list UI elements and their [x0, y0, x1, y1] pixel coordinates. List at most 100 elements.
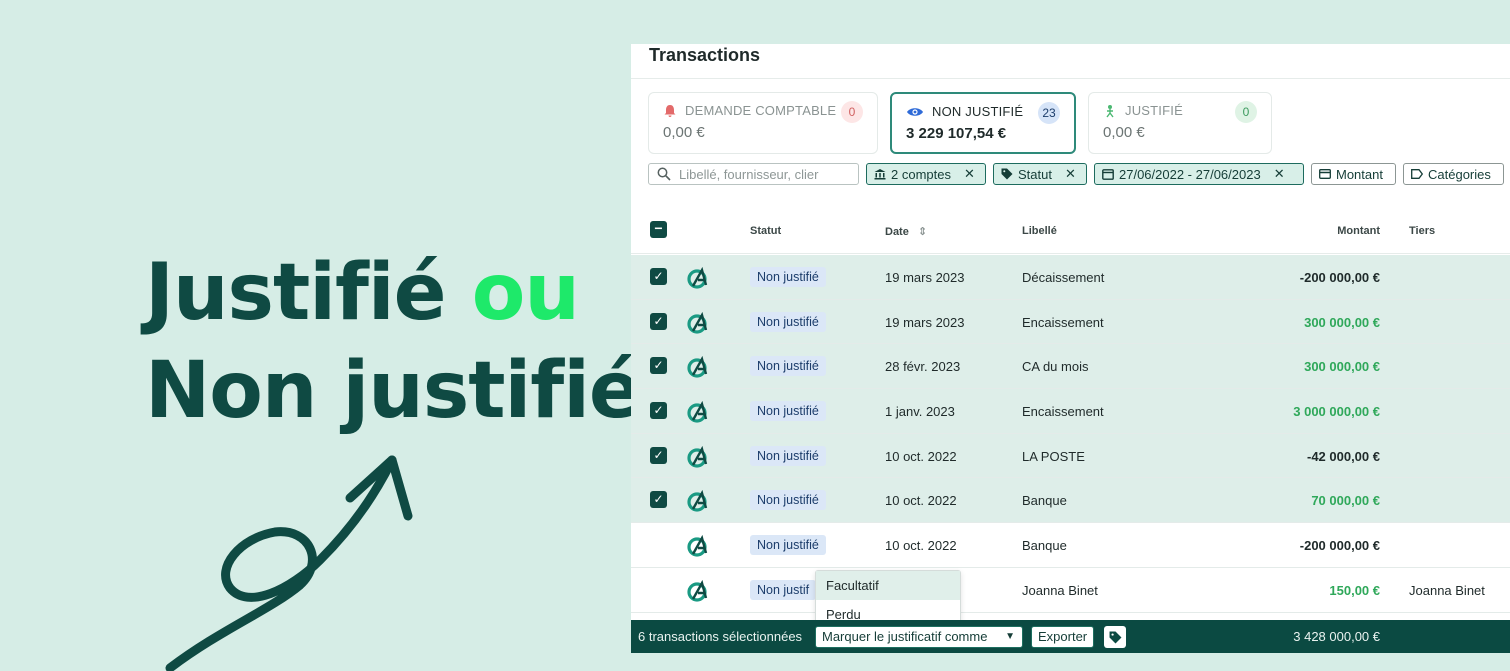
close-icon[interactable]: ✕ [964, 166, 975, 182]
table-header: − Statut Date ⇕ Libellé Montant Tiers [631, 208, 1510, 254]
row-amount: -200 000,00 € [1299, 270, 1380, 285]
row-amount: -42 000,00 € [1306, 448, 1380, 464]
column-amount[interactable]: Montant [1337, 225, 1380, 237]
status-cards: DEMANDE COMPTABLE 0 0,00 € NON JUSTIFIÉ … [648, 92, 1272, 154]
selection-count: 6 transactions sélectionnées [638, 629, 803, 644]
row-label: Banque [1022, 538, 1067, 554]
promo-line-non-justifie: Non justifié [145, 346, 642, 436]
filter-chip-dates[interactable]: 27/06/2022 - 27/06/2023 ✕ [1094, 163, 1304, 185]
card-justifie[interactable]: JUSTIFIÉ 0 0,00 € [1088, 92, 1272, 154]
search-input[interactable]: Libellé, fournisseur, clier [648, 163, 859, 185]
filter-chip-accounts[interactable]: 2 comptes ✕ [866, 163, 986, 185]
sort-icon[interactable]: ⇕ [918, 226, 927, 238]
card-amount: 3 229 107,54 € [906, 125, 1007, 142]
row-checkbox[interactable]: ✓ [650, 402, 667, 420]
status-badge: Non justifié [750, 535, 826, 556]
status-badge: Non justifié [750, 267, 826, 287]
row-label: Encaissement [1022, 404, 1104, 420]
search-placeholder: Libellé, fournisseur, clier [679, 166, 819, 182]
row-date: 10 oct. 2022 [885, 538, 957, 554]
tag-icon [1109, 631, 1121, 643]
table-row[interactable]: Non justif Joanna Binet 150,00 € Joanna … [631, 568, 1510, 613]
row-label: CA du mois [1022, 359, 1089, 375]
row-amount: 300 000,00 € [1304, 359, 1380, 375]
row-amount: 150,00 € [1329, 582, 1380, 598]
tag-button[interactable] [1104, 626, 1126, 648]
status-badge: Non justifié [750, 401, 826, 422]
card-demande-comptable[interactable]: DEMANDE COMPTABLE 0 0,00 € [648, 92, 878, 154]
promo-headline: Justifié ou Non justifié [145, 244, 642, 440]
filter-categories-button[interactable]: Catégories [1403, 163, 1504, 185]
table-row[interactable]: ✓ Non justifié 28 févr. 2023 CA du mois … [631, 344, 1510, 390]
chip-label: 2 comptes [891, 166, 951, 182]
card-count: 0 [841, 101, 863, 123]
row-date: 10 oct. 2022 [885, 448, 957, 464]
menu-item-facultatif[interactable]: Facultatif [816, 571, 960, 600]
column-third[interactable]: Tiers [1409, 225, 1435, 237]
card-non-justifie[interactable]: NON JUSTIFIÉ 23 3 229 107,54 € [890, 92, 1076, 154]
filter-bar: Libellé, fournisseur, clier 2 comptes ✕ … [648, 163, 1504, 185]
status-badge: Non justifié [750, 311, 826, 332]
select-all-checkbox[interactable]: − [650, 221, 667, 238]
close-icon[interactable]: ✕ [1065, 166, 1076, 182]
table-row[interactable]: ✓ Non justifié 19 mars 2023 Encaissement… [631, 299, 1510, 345]
eye-icon [907, 107, 923, 116]
row-checkbox[interactable]: ✓ [650, 357, 667, 375]
card-icon [1319, 169, 1331, 179]
row-tiers: Joanna Binet [1409, 582, 1485, 598]
table-row[interactable]: Non justifié 10 oct. 2022 Banque -200 00… [631, 523, 1510, 568]
chip-label: Montant [1336, 166, 1383, 182]
promo-word-justifie: Justifié [145, 248, 447, 338]
column-label[interactable]: Libellé [1022, 225, 1057, 237]
bank-icon [874, 169, 886, 180]
tag-icon [1001, 168, 1013, 180]
table-row[interactable]: ✓ Non justifié 1 janv. 2023 Encaissement… [631, 389, 1510, 434]
chip-label: Catégories [1428, 166, 1491, 182]
selection-action-bar: 6 transactions sélectionnées Marquer le … [631, 620, 1510, 653]
bank-logo-icon [687, 356, 708, 378]
row-date: 19 mars 2023 [885, 314, 965, 330]
row-label: Banque [1022, 493, 1067, 509]
card-label: NON JUSTIFIÉ [932, 104, 1024, 119]
selection-total: 3 428 000,00 € [1293, 629, 1380, 644]
bank-logo-icon [687, 490, 708, 513]
table-row[interactable]: ✓ Non justifié 10 oct. 2022 LA POSTE -42… [631, 433, 1510, 479]
table-row[interactable]: ✓ Non justifié 19 mars 2023 Décaissement… [631, 255, 1510, 300]
card-amount: 0,00 € [1103, 124, 1145, 141]
row-checkbox[interactable]: ✓ [650, 491, 667, 509]
column-status[interactable]: Statut [750, 225, 781, 237]
close-icon[interactable]: ✕ [1274, 166, 1285, 182]
status-badge: Non justifié [750, 445, 826, 466]
label-icon [1411, 169, 1423, 179]
row-label: Joanna Binet [1022, 582, 1098, 598]
card-count: 0 [1235, 101, 1257, 123]
bank-logo-icon [687, 534, 708, 557]
transactions-table: ✓ Non justifié 19 mars 2023 Décaissement… [631, 255, 1510, 613]
row-label: Décaissement [1022, 270, 1105, 285]
row-date: 19 mars 2023 [885, 270, 965, 285]
card-label: JUSTIFIÉ [1125, 103, 1183, 118]
mark-as-select[interactable]: Marquer le justificatif comme ▼ [815, 626, 1023, 648]
filter-amount-button[interactable]: Montant [1311, 163, 1396, 185]
bank-logo-icon [687, 311, 708, 334]
row-date: 10 oct. 2022 [885, 493, 957, 509]
row-checkbox[interactable]: ✓ [650, 312, 667, 330]
chip-label: Statut [1018, 166, 1052, 182]
search-icon [657, 167, 671, 181]
status-badge: Non justifié [750, 490, 826, 511]
bank-logo-icon [687, 266, 708, 289]
table-row[interactable]: ✓ Non justifié 10 oct. 2022 Banque 70 00… [631, 478, 1510, 524]
row-checkbox[interactable]: ✓ [650, 446, 667, 464]
column-date[interactable]: Date ⇕ [885, 225, 927, 238]
chip-label: 27/06/2022 - 27/06/2023 [1119, 166, 1261, 182]
card-label: DEMANDE COMPTABLE [685, 103, 837, 118]
hand-drawn-arrow-icon [165, 455, 413, 671]
row-amount: -200 000,00 € [1299, 538, 1380, 554]
bank-logo-icon [687, 400, 708, 423]
filter-chip-status[interactable]: Statut ✕ [993, 163, 1087, 185]
page-title: Transactions [631, 44, 1510, 79]
calendar-icon [1102, 169, 1114, 180]
row-checkbox[interactable]: ✓ [650, 268, 667, 285]
status-badge: Non justifié [750, 356, 826, 377]
export-button[interactable]: Exporter [1031, 626, 1095, 648]
